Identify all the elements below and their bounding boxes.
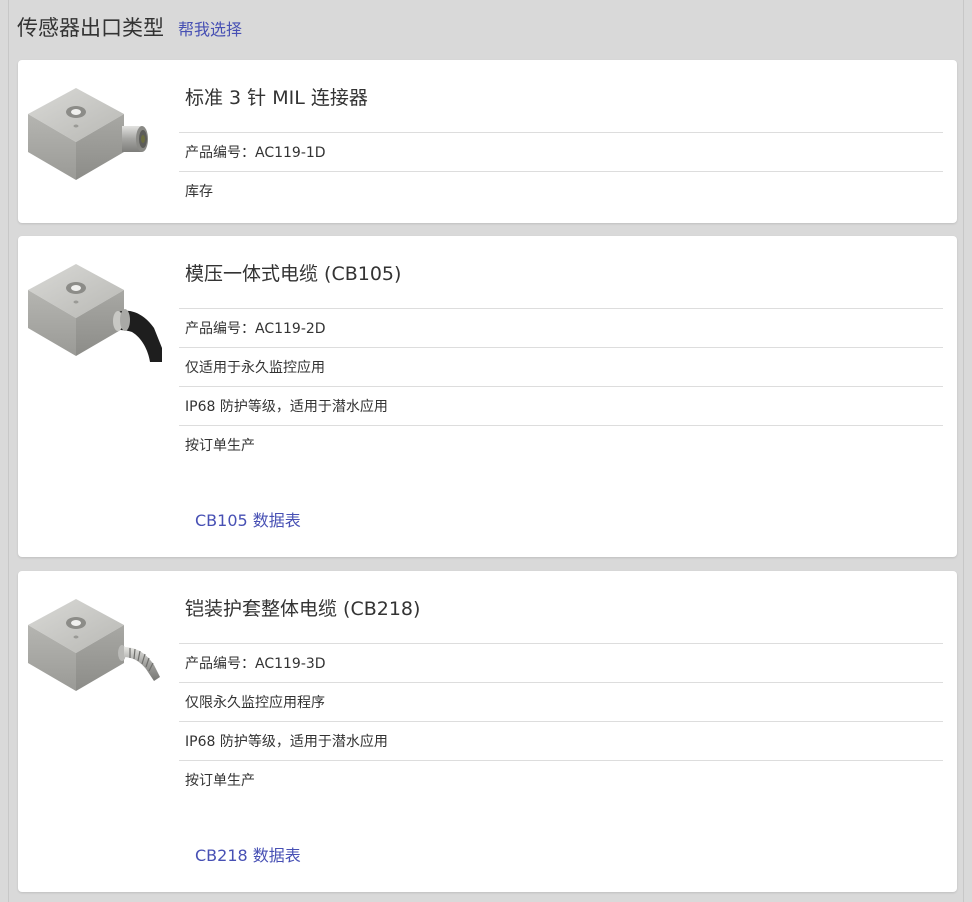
help-me-choose-link[interactable]: 帮我选择 — [178, 16, 242, 40]
option-details: 标准 3 针 MIL 连接器 产品编号：AC119-1D 库存 — [179, 60, 943, 210]
option-card-armored-cable[interactable]: 铠装护套整体电缆 (CB218) 产品编号：AC119-3D 仅限永久监控应用程… — [18, 571, 957, 892]
sensor-molded-cable-icon — [28, 264, 162, 362]
detail-ip68: IP68 防护等级，适用于潜水应用 — [179, 387, 943, 426]
sensor-mil-connector-icon — [28, 88, 148, 180]
option-details: 模压一体式电缆 (CB105) 产品编号：AC119-2D 仅适用于永久监控应用… — [179, 236, 943, 464]
option-card-molded-cable[interactable]: 模压一体式电缆 (CB105) 产品编号：AC119-2D 仅适用于永久监控应用… — [18, 236, 957, 557]
sensor-armored-cable-icon — [28, 599, 160, 691]
part-number: 产品编号：AC119-3D — [179, 644, 943, 683]
option-title: 模压一体式电缆 (CB105) — [179, 236, 943, 309]
cb218-datasheet-link[interactable]: CB218 数据表 — [195, 842, 301, 866]
panel-header: 传感器出口类型 帮我选择 — [17, 12, 242, 42]
detail-permanent-monitoring: 仅适用于永久监控应用 — [179, 348, 943, 387]
part-number: 产品编号：AC119-2D — [179, 309, 943, 348]
option-card-mil-connector[interactable]: 标准 3 针 MIL 连接器 产品编号：AC119-1D 库存 — [18, 60, 957, 223]
page-title: 传感器出口类型 — [17, 16, 164, 40]
option-details: 铠装护套整体电缆 (CB218) 产品编号：AC119-3D 仅限永久监控应用程… — [179, 571, 943, 799]
option-title: 铠装护套整体电缆 (CB218) — [179, 571, 943, 644]
detail-made-to-order: 按订单生产 — [185, 773, 255, 789]
cb105-datasheet-link[interactable]: CB105 数据表 — [195, 507, 301, 531]
detail-made-to-order: 按订单生产 — [185, 438, 255, 454]
detail-stock: 库存 — [185, 184, 213, 200]
sensor-output-type-panel: 传感器出口类型 帮我选择 标准 3 针 MIL 连接器 产品编号：AC119-1… — [8, 0, 964, 902]
option-title: 标准 3 针 MIL 连接器 — [179, 60, 943, 133]
detail-permanent-monitoring: 仅限永久监控应用程序 — [179, 683, 943, 722]
part-number: 产品编号：AC119-1D — [179, 133, 943, 172]
detail-ip68: IP68 防护等级，适用于潜水应用 — [179, 722, 943, 761]
